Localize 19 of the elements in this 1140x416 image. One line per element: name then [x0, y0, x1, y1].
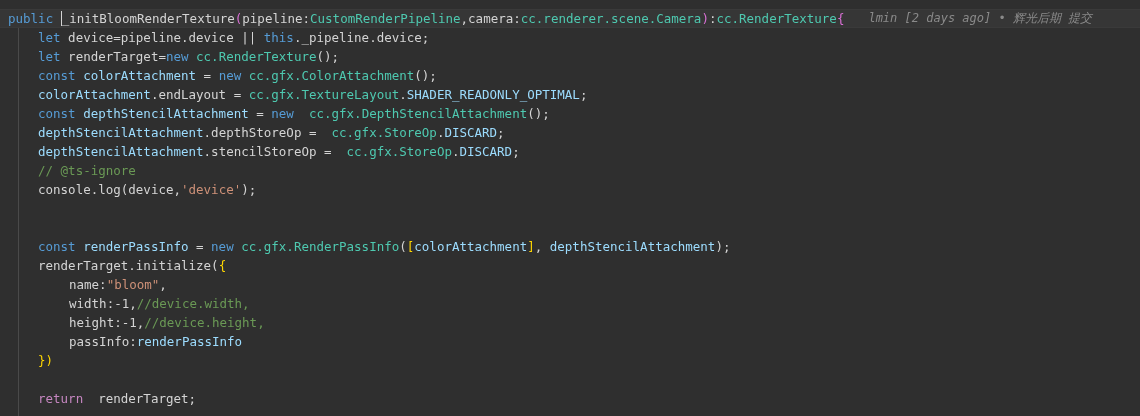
code-line: let device=pipeline.device || this._pipeline.device;	[38, 29, 430, 47]
code-line: colorAttachment.endLayout = cc.gfx.TextureLayout.SHADER_READONLY_OPTIMAL;	[38, 86, 588, 104]
code-line: depthStencilAttachment.depthStoreOp = cc.gfx.StoreOp.DISCARD;	[38, 124, 505, 142]
code-line: renderTarget.initialize({	[38, 257, 227, 275]
blame-annotation: lmin [2 days ago] • 辉光后期 提交	[868, 10, 1093, 27]
code-line: const depthStencilAttachment = new cc.gfx.DepthStencilAttachment();	[38, 105, 550, 123]
code-line: depthStencilAttachment.stencilStoreOp = cc.gfx.StoreOp.DISCARD;	[38, 143, 520, 161]
code-line: let renderTarget=new cc.RenderTexture();	[38, 48, 340, 66]
code-line: passInfo:renderPassInfo	[69, 333, 243, 351]
code-line: name:"bloom",	[69, 276, 167, 294]
code-line: width:-1,//device.width,	[69, 295, 250, 313]
code-line: public _initBloomRenderTexture(pipeline:CustomRenderPipeline,camera:cc.renderer.scene.Camera):cc.RenderTexture{	[8, 10, 845, 28]
code-line: const renderPassInfo = new cc.gfx.RenderPassInfo([colorAttachment], depthStencilAttachment);	[38, 238, 731, 256]
code-line: // @ts-ignore	[38, 162, 136, 180]
code-line: })	[38, 352, 54, 370]
code-line: height:-1,//device.height,	[69, 314, 265, 332]
code-line: const colorAttachment = new cc.gfx.ColorAttachment();	[38, 67, 437, 85]
code-line: console.log(device,'device');	[38, 181, 257, 199]
code-line: return renderTarget;	[38, 390, 197, 408]
